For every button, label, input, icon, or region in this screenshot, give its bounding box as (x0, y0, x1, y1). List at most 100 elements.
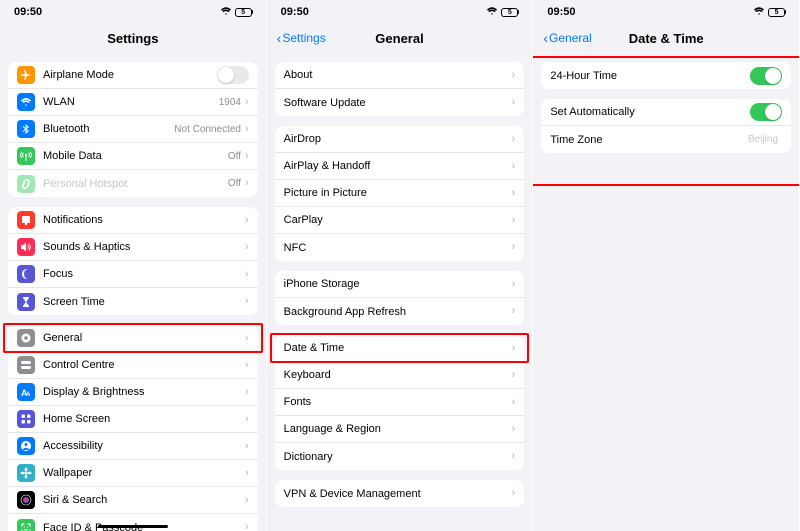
row-sounds[interactable]: Sounds & Haptics› (8, 234, 258, 261)
row-focus[interactable]: Focus› (8, 261, 258, 288)
row-label: Home Screen (43, 413, 245, 425)
row-label: Date & Time (284, 342, 512, 354)
toggle[interactable] (750, 67, 782, 85)
row-siri[interactable]: Siri & Search› (8, 487, 258, 514)
row-mobile-data[interactable]: Mobile DataOff› (8, 143, 258, 170)
bluetooth-icon (17, 120, 35, 138)
row-keyboard[interactable]: Keyboard› (275, 362, 525, 389)
settings-group: Notifications›Sounds & Haptics›Focus›Scr… (8, 207, 258, 315)
row-tz[interactable]: Time ZoneBeijing (541, 126, 791, 153)
chevron-right-icon: › (245, 360, 249, 371)
nav-bar: ‹ Settings General (267, 24, 533, 52)
row-control-centre[interactable]: Control Centre› (8, 352, 258, 379)
person-icon (17, 437, 35, 455)
settings-group: 24-Hour Time (541, 62, 791, 89)
faceid-icon (17, 519, 35, 531)
chevron-right-icon: › (245, 522, 249, 531)
chevron-right-icon: › (245, 269, 249, 280)
row-bluetooth[interactable]: BluetoothNot Connected› (8, 116, 258, 143)
status-bar: 09:50 5 (267, 0, 533, 24)
chevron-right-icon: › (245, 124, 249, 135)
chevron-right-icon: › (512, 306, 516, 317)
row-software-update[interactable]: Software Update› (275, 89, 525, 116)
row-wallpaper[interactable]: Wallpaper› (8, 460, 258, 487)
svg-text:A: A (26, 392, 31, 398)
row-hotspot[interactable]: Personal HotspotOff › (8, 170, 258, 197)
nav-bar: Settings (0, 24, 266, 52)
row-label: Set Automatically (550, 106, 750, 118)
chevron-right-icon: › (245, 242, 249, 253)
back-button[interactable]: ‹ General (543, 30, 591, 46)
row-fonts[interactable]: Fonts› (275, 389, 525, 416)
row-screentime[interactable]: Screen Time› (8, 288, 258, 315)
content: Airplane ModeWLAN1904›BluetoothNot Conne… (0, 52, 266, 531)
row-pip[interactable]: Picture in Picture› (275, 180, 525, 207)
row-24h[interactable]: 24-Hour Time (541, 62, 791, 89)
row-label: General (43, 332, 245, 344)
row-storage[interactable]: iPhone Storage› (275, 271, 525, 298)
row-dictionary[interactable]: Dictionary› (275, 443, 525, 470)
row-notifications[interactable]: Notifications› (8, 207, 258, 234)
gear-icon (17, 329, 35, 347)
row-auto[interactable]: Set Automatically (541, 99, 791, 126)
row-general[interactable]: General› (8, 325, 258, 352)
row-value: Off (228, 151, 241, 162)
row-airplane[interactable]: Airplane Mode (8, 62, 258, 89)
chevron-right-icon: › (245, 414, 249, 425)
wifi-icon (753, 6, 765, 19)
row-label: NFC (284, 242, 512, 254)
flower-icon (17, 464, 35, 482)
chevron-right-icon: › (512, 488, 516, 499)
content: 24-Hour Time Set Automatically Time ZoneBe… (533, 52, 799, 531)
row-bg-refresh[interactable]: Background App Refresh› (275, 298, 525, 325)
bell-icon (17, 211, 35, 229)
chevron-right-icon: › (512, 370, 516, 381)
row-label: Display & Brightness (43, 386, 245, 398)
row-label: Fonts (284, 396, 512, 408)
chevron-right-icon: › (512, 397, 516, 408)
chevron-left-icon: ‹ (277, 30, 282, 46)
row-label: AirDrop (284, 133, 512, 145)
airplane-icon (17, 66, 35, 84)
row-airdrop[interactable]: AirDrop› (275, 126, 525, 153)
row-home-screen[interactable]: Home Screen› (8, 406, 258, 433)
row-label: Personal Hotspot (43, 178, 228, 190)
row-label: 24-Hour Time (550, 70, 750, 82)
row-about[interactable]: About› (275, 62, 525, 89)
status-time: 09:50 (547, 6, 575, 18)
row-wlan[interactable]: WLAN1904› (8, 89, 258, 116)
row-label: WLAN (43, 96, 219, 108)
wifi-icon (486, 6, 498, 19)
back-button[interactable]: ‹ Settings (277, 30, 326, 46)
page-title: Settings (0, 31, 266, 46)
row-label: CarPlay (284, 214, 512, 226)
row-nfc[interactable]: NFC› (275, 234, 525, 261)
row-label: Notifications (43, 214, 245, 226)
toggle[interactable] (217, 66, 249, 84)
chevron-right-icon: › (512, 242, 516, 253)
status-time: 09:50 (281, 6, 309, 18)
home-indicator (98, 525, 168, 528)
settings-group: Set Automatically Time ZoneBeijing (541, 99, 791, 153)
row-carplay[interactable]: CarPlay› (275, 207, 525, 234)
row-value: Off (228, 178, 241, 189)
row-date-time[interactable]: Date & Time› (275, 335, 525, 362)
row-vpn[interactable]: VPN & Device Management› (275, 480, 525, 507)
row-faceid[interactable]: Face ID & Passcode› (8, 514, 258, 531)
row-label: Keyboard (284, 369, 512, 381)
row-label: AirPlay & Handoff (284, 160, 512, 172)
row-label: Siri & Search (43, 494, 245, 506)
chevron-right-icon: › (245, 178, 249, 189)
screen-general: 09:50 5 ‹ Settings General About›Softwar… (267, 0, 534, 531)
chevron-right-icon: › (512, 279, 516, 290)
wifi-icon (17, 93, 35, 111)
status-right: 5 (486, 6, 518, 19)
row-display[interactable]: AADisplay & Brightness› (8, 379, 258, 406)
row-accessibility[interactable]: Accessibility› (8, 433, 258, 460)
chevron-right-icon: › (245, 97, 249, 108)
row-lang[interactable]: Language & Region› (275, 416, 525, 443)
chevron-right-icon: › (245, 468, 249, 479)
row-airplay[interactable]: AirPlay & Handoff› (275, 153, 525, 180)
toggle[interactable] (750, 103, 782, 121)
text-icon: AA (17, 383, 35, 401)
